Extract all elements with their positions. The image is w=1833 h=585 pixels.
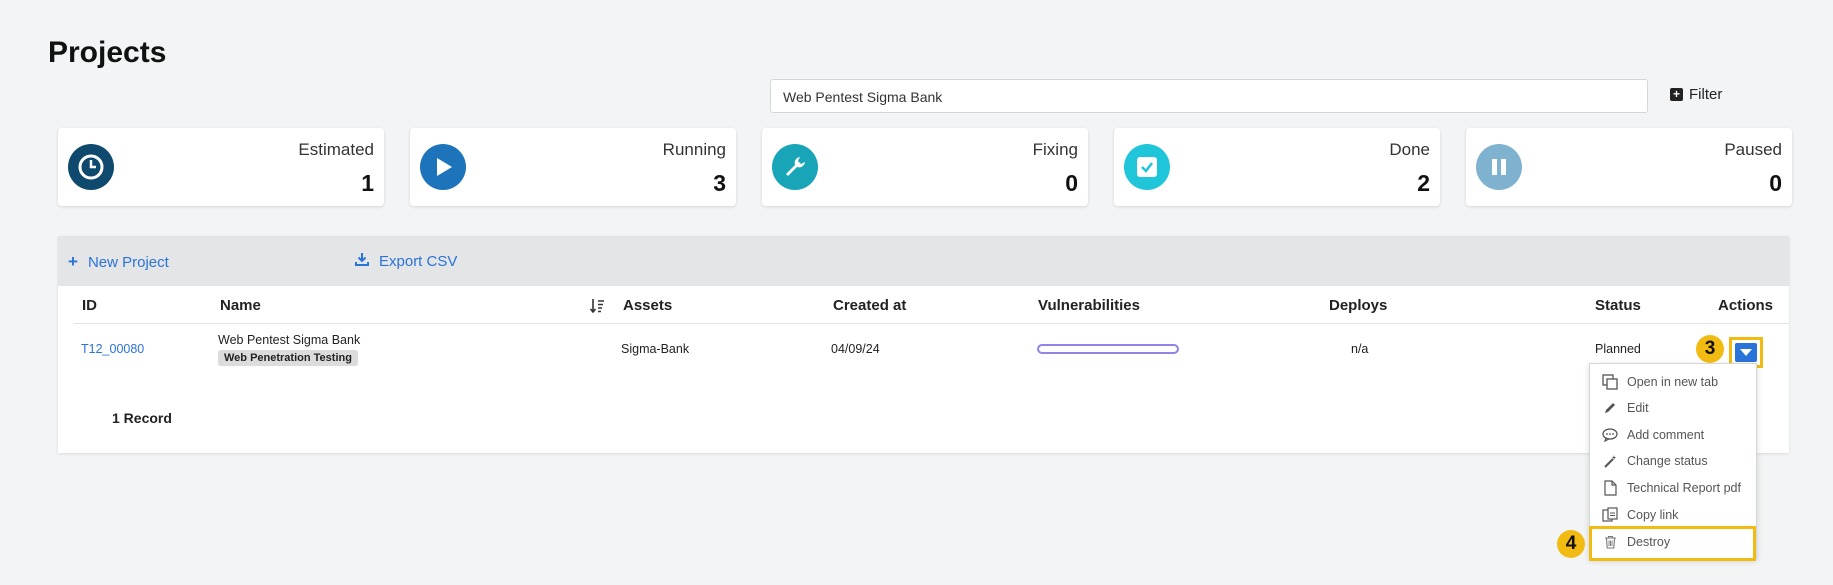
project-deploys: n/a (1351, 342, 1369, 356)
download-icon (355, 252, 369, 270)
card-label: Done (1389, 140, 1430, 159)
card-value: 0 (1065, 170, 1078, 196)
card-label: Running (662, 140, 726, 159)
menu-item-label: Edit (1627, 401, 1649, 415)
comment-icon (1602, 427, 1618, 443)
step-3-marker: 3 (1696, 335, 1724, 363)
status-cards: Estimated 1 Running 3 Fixing 0 Done 2 Pa… (58, 128, 1792, 206)
header-divider (74, 323, 1789, 324)
column-header-id[interactable]: ID (82, 297, 97, 314)
menu-item-label: Open in new tab (1627, 375, 1719, 389)
check-square-icon (1124, 144, 1170, 190)
pencil-icon (1602, 400, 1618, 416)
menu-item-label: Technical Report pdf (1627, 481, 1741, 495)
file-icon (1602, 480, 1618, 496)
column-header-actions: Actions (1718, 297, 1774, 314)
search-input[interactable]: Web Pentest Sigma Bank (770, 79, 1648, 113)
link-copy-icon (1602, 507, 1618, 523)
column-header-deploys[interactable]: Deploys (1329, 297, 1387, 314)
card-value: 0 (1769, 170, 1782, 196)
menu-item-label: Change status (1627, 454, 1708, 468)
column-header-created-at[interactable]: Created at (833, 297, 906, 314)
play-icon (420, 144, 466, 190)
copy-icon (1602, 374, 1618, 390)
column-header-vulnerabilities[interactable]: Vulnerabilities (1038, 297, 1140, 314)
project-status: Planned (1595, 342, 1641, 356)
card-label: Fixing (1032, 140, 1078, 159)
card-done[interactable]: Done 2 (1114, 128, 1440, 206)
card-value: 2 (1417, 170, 1430, 196)
new-project-button[interactable]: + New Project (68, 252, 169, 272)
export-csv-button[interactable]: Export CSV (355, 252, 457, 270)
filter-label: Filter (1689, 86, 1723, 103)
step-4-marker: 4 (1557, 530, 1585, 558)
card-value: 3 (713, 170, 726, 196)
export-csv-label: Export CSV (379, 252, 458, 270)
card-paused[interactable]: Paused 0 (1466, 128, 1792, 206)
plus-square-icon: + (1670, 88, 1683, 101)
project-type-badge: Web Penetration Testing (218, 350, 358, 366)
menu-item-label: Add comment (1627, 428, 1705, 442)
card-label: Paused (1724, 140, 1782, 159)
column-header-assets[interactable]: Assets (623, 297, 672, 314)
menu-item-change-status[interactable]: Change status (1602, 453, 1708, 469)
filter-button[interactable]: + Filter (1670, 86, 1722, 103)
actions-button-inner (1735, 343, 1757, 362)
menu-item-copy-link[interactable]: Copy link (1602, 507, 1678, 523)
card-estimated[interactable]: Estimated 1 (58, 128, 384, 206)
column-header-status[interactable]: Status (1595, 297, 1641, 314)
new-project-label: New Project (87, 253, 169, 271)
wrench-icon (772, 144, 818, 190)
menu-item-label: Copy link (1627, 508, 1679, 522)
plus-icon: + (68, 252, 78, 271)
record-count: 1 Record (112, 410, 172, 426)
card-label: Estimated (298, 140, 374, 159)
sort-icon[interactable] (589, 298, 605, 319)
menu-item-add-comment[interactable]: Add comment (1602, 427, 1704, 443)
pause-icon (1476, 144, 1522, 190)
destroy-highlight (1589, 526, 1756, 561)
vulnerabilities-bar (1037, 344, 1179, 354)
column-header-name[interactable]: Name (220, 297, 261, 314)
project-created-at: 04/09/24 (831, 342, 880, 356)
menu-item-edit[interactable]: Edit (1602, 400, 1649, 416)
menu-item-open-new-tab[interactable]: Open in new tab (1602, 374, 1718, 390)
caret-down-icon (1740, 349, 1752, 356)
card-running[interactable]: Running 3 (410, 128, 736, 206)
page-title: Projects (48, 36, 167, 69)
card-fixing[interactable]: Fixing 0 (762, 128, 1088, 206)
project-assets: Sigma-Bank (621, 342, 690, 356)
clock-icon (68, 144, 114, 190)
menu-item-technical-report[interactable]: Technical Report pdf (1602, 480, 1741, 496)
card-value: 1 (361, 170, 374, 196)
toolbar: + New Project Export CSV (58, 236, 1789, 286)
project-id-link[interactable]: T12_00080 (81, 342, 144, 356)
project-name: Web Pentest Sigma Bank (218, 333, 361, 347)
magic-wand-icon (1602, 453, 1618, 469)
